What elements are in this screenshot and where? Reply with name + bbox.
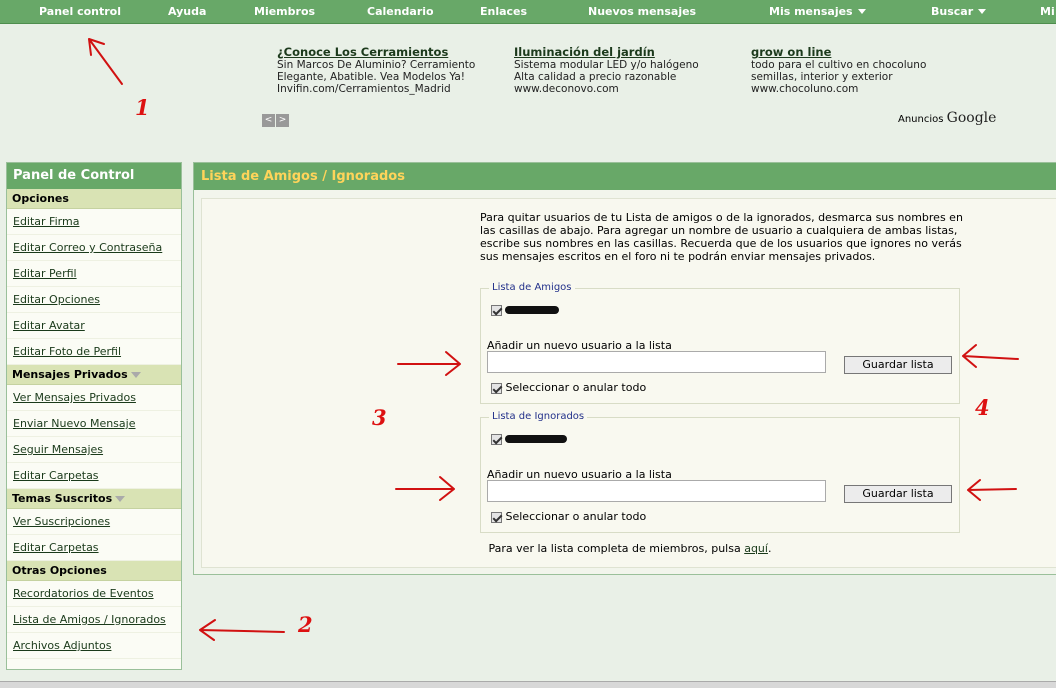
annotation-number-2: 2 <box>298 612 313 637</box>
annotation-arrow-friends-save <box>962 344 1019 368</box>
annotation-arrow-ignored-save <box>967 479 1017 501</box>
annotation-arrow-ignored-input <box>395 476 455 501</box>
annotation-arrow-2 <box>199 619 285 641</box>
annotation-number-1: 1 <box>135 95 150 120</box>
annotation-arrow-1 <box>88 38 123 85</box>
annotation-arrow-friends-input <box>397 351 461 376</box>
annotation-number-3: 3 <box>372 405 387 430</box>
browser-status-bar <box>0 681 1056 688</box>
annotation-arrows <box>88 38 1019 641</box>
annotation-number-4: 4 <box>975 395 990 420</box>
